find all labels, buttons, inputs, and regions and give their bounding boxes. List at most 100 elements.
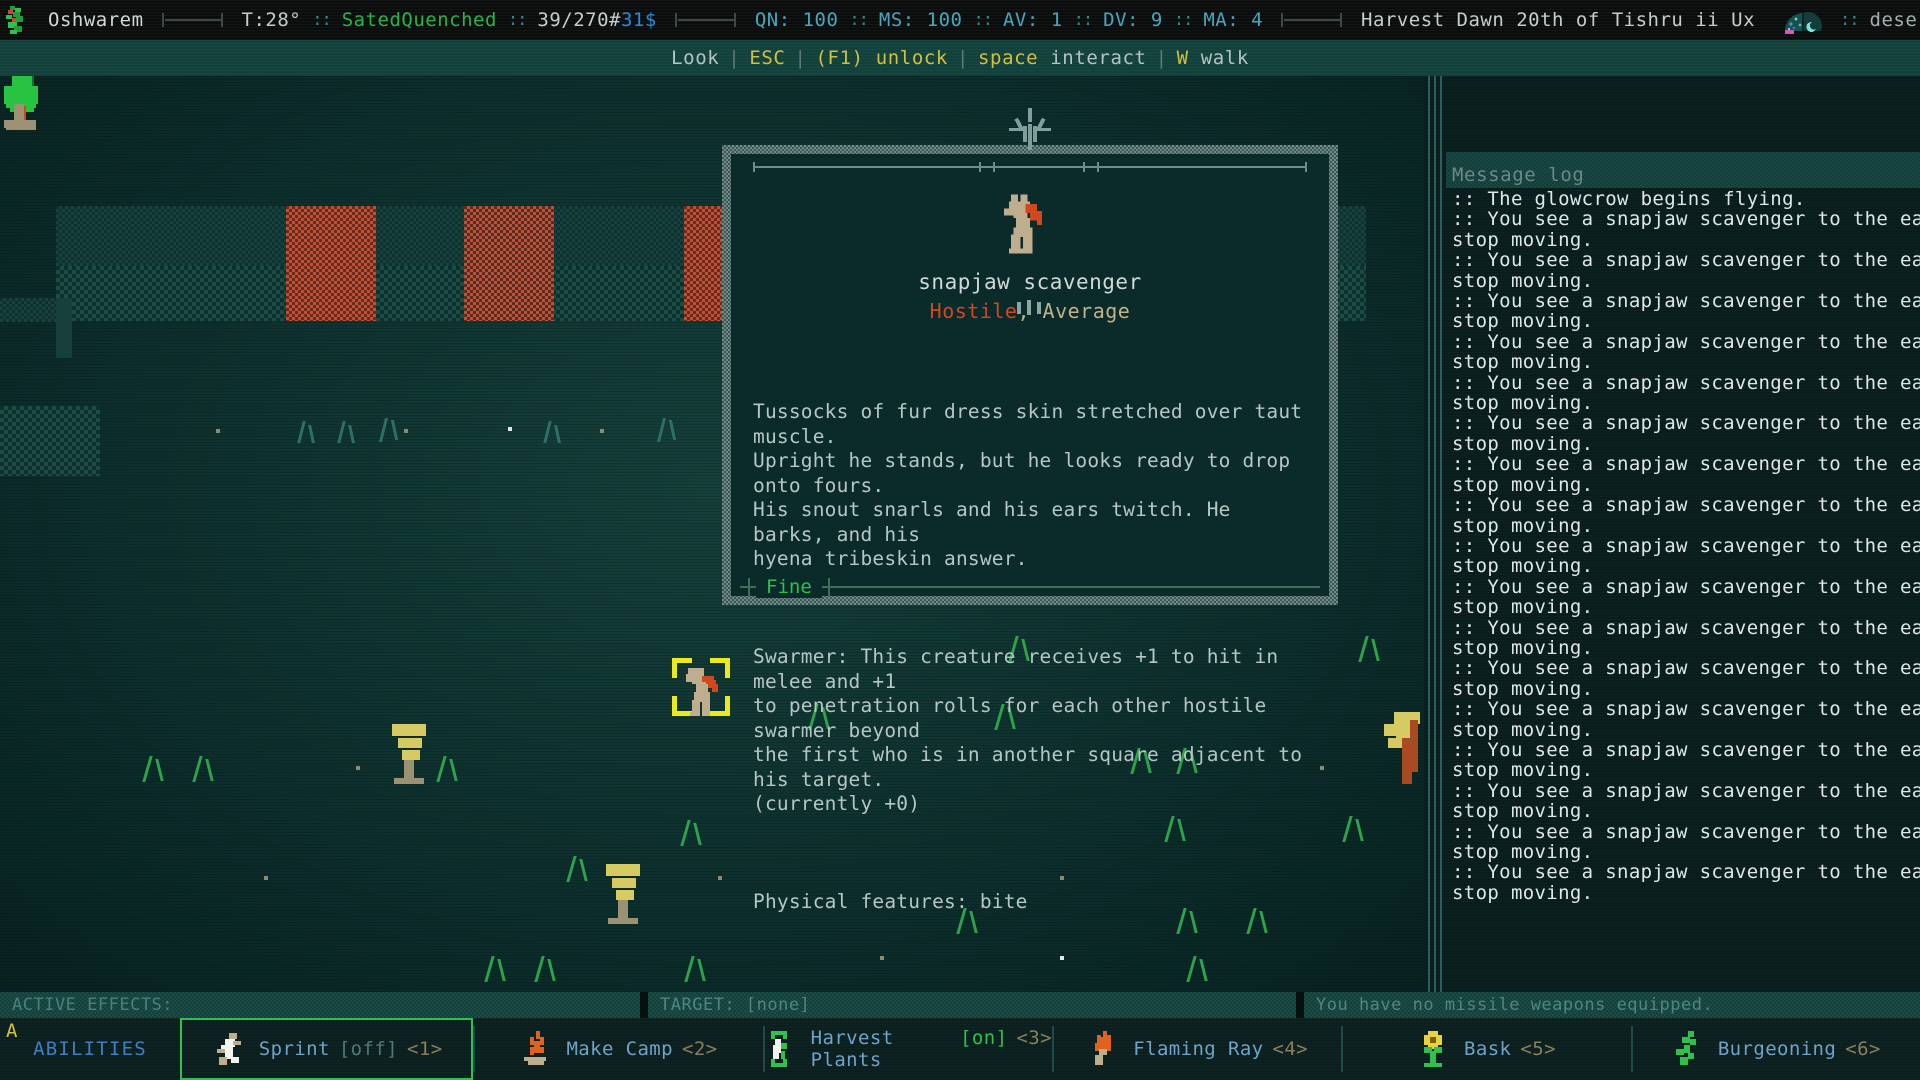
message-log-line: :: You see a snapjaw scavenger to the ea… (1452, 738, 1920, 761)
message-log-line: :: You see a snapjaw scavenger to the ea… (1452, 820, 1920, 843)
terrain-red-rock (464, 206, 554, 321)
message-log-line: :: You see a snapjaw scavenger to the ea… (1452, 371, 1920, 394)
dot-separator: :: (1073, 10, 1094, 30)
hint-look[interactable]: Look (671, 47, 719, 69)
game-screen: Oshwarem T:28° :: Sated Quenched :: 39/2… (0, 0, 1920, 1080)
ability-slot-bask[interactable]: Bask <5> (1341, 1018, 1630, 1080)
tooltip-tick (1305, 162, 1307, 172)
ability-slot-make-camp[interactable]: Make Camp <2> (473, 1018, 762, 1080)
location-name: desert canyon, surface (1869, 9, 1920, 31)
ability-name: Harvest Plants (810, 1027, 894, 1071)
message-log-line: :: You see a snapjaw scavenger to the ea… (1452, 494, 1920, 517)
hint-interact[interactable]: interact (1050, 47, 1146, 69)
dot-separator: :: (1173, 10, 1194, 30)
message-log-line: :: You see a snapjaw scavenger to the ea… (1452, 330, 1920, 353)
ability-slot-burgeoning[interactable]: Burgeoning <6> (1630, 1018, 1920, 1080)
message-log-line: stop moving. (1452, 596, 1594, 619)
hint-divider: | (1155, 47, 1168, 69)
dot-separator: :: (507, 10, 528, 30)
tooltip-tick (753, 162, 755, 172)
ability-text: Flaming Ray <4> (1133, 1038, 1308, 1060)
compass-icon (1781, 5, 1825, 35)
message-log-line: :: You see a snapjaw scavenger to the ea… (1452, 249, 1920, 272)
ground-speck (264, 876, 268, 880)
campfire-icon (518, 1031, 552, 1067)
tooltip-top-rule (753, 166, 1307, 168)
message-log-line: stop moving. (1452, 228, 1594, 251)
status-effects-bar: ACTIVE EFFECTS: TARGET: [none] You have … (0, 992, 1920, 1018)
ability-name: Sprint (258, 1038, 330, 1060)
ground-speck (216, 429, 220, 433)
message-log-line: stop moving. (1452, 269, 1594, 292)
tooltip-tick (993, 162, 995, 172)
player-name: Oshwarem (48, 9, 144, 31)
divider (674, 13, 737, 27)
message-log-line: :: You see a snapjaw scavenger to the ea… (1452, 657, 1920, 680)
hint-f1-key[interactable]: (F1) (816, 47, 864, 69)
hint-space-key[interactable]: space (978, 47, 1038, 69)
bush (0, 76, 46, 780)
ability-slot-sprint[interactable]: Sprint [off] <1> (180, 1018, 474, 1080)
tooltip-creature-icon (1000, 192, 1060, 258)
stat-ms: MS: 100 (878, 9, 963, 31)
abilities-hotkey: A (6, 1020, 18, 1042)
abilities-label: ABILITIES (33, 1038, 147, 1060)
ability-name: Make Camp (566, 1038, 673, 1060)
message-log-panel[interactable]: Message log :: The glowcrow begins flyin… (1424, 76, 1920, 992)
message-log-line: stop moving. (1452, 759, 1594, 782)
ability-text: Make Camp <2> (566, 1038, 717, 1060)
message-log-line: stop moving. (1452, 800, 1594, 823)
tooltip-tick (979, 162, 981, 172)
snapjaw-scavenger-sprite[interactable] (684, 664, 732, 720)
message-log-line: stop moving. (1452, 310, 1594, 333)
ability-hotkey: <4> (1272, 1038, 1309, 1060)
hint-walk[interactable]: walk (1201, 47, 1249, 69)
bush (0, 76, 46, 844)
message-log-line: :: You see a snapjaw scavenger to the ea… (1452, 575, 1920, 598)
temperature: T:28° (241, 9, 302, 31)
message-log-line: stop moving. (1452, 718, 1594, 741)
message-log-line: stop moving. (1452, 473, 1594, 496)
creature-tooltip-panel: snapjaw scavenger Hostile, Average Tusso… (722, 108, 1338, 913)
stat-av: AV: 1 (1002, 9, 1063, 31)
ability-hotkey: <6> (1845, 1038, 1881, 1060)
harvest-icon (763, 1031, 797, 1067)
tooltip-tick (1083, 162, 1085, 172)
message-log-lines: :: The glowcrow begins flying.:: You see… (1452, 188, 1920, 904)
difficulty-average: Average (1042, 299, 1131, 323)
message-log-line: :: The glowcrow begins flying. (1452, 188, 1806, 210)
ground-speck (600, 429, 604, 433)
vine-icon (1670, 1031, 1704, 1067)
spacer (640, 992, 648, 1018)
creature-description: Tussocks of fur dress skin stretched ove… (753, 351, 1307, 964)
terrain-ledge (0, 406, 100, 476)
bush (0, 76, 46, 716)
bush (0, 76, 46, 972)
terrain-red-rock (286, 206, 376, 321)
message-log-line: stop moving. (1452, 514, 1594, 537)
health-rule (740, 586, 1320, 588)
tooltip-health-bar: Fine (740, 576, 1320, 598)
health-status: Fine (756, 576, 822, 598)
ground-speck (508, 427, 512, 431)
player-avatar-icon (0, 4, 34, 36)
ability-slot-harvest-plants[interactable]: Harvest Plants [on] <3> (762, 1018, 1052, 1080)
ability-slot-flaming-ray[interactable]: Flaming Ray <4> (1051, 1018, 1341, 1080)
message-log-scrollbar[interactable] (1424, 76, 1446, 992)
ability-text: Harvest Plants [on] <3> (811, 1027, 1052, 1071)
panel-ornament-top-icon (997, 108, 1063, 170)
terrain-ledge (0, 298, 58, 322)
sunflower-icon (1416, 1031, 1450, 1067)
ability-bar: A ABILITIES Sprint [off] <1> Make Camp <… (0, 1018, 1920, 1080)
hint-unlock[interactable]: unlock (876, 47, 948, 69)
bush (0, 76, 46, 652)
running-figure-icon (211, 1031, 245, 1067)
dot-separator: :: (973, 10, 993, 30)
bush (0, 76, 46, 204)
message-log-title: Message log (1452, 164, 1585, 186)
stalk-plant (600, 864, 646, 936)
hint-w-key[interactable]: W (1177, 47, 1189, 69)
abilities-label-group[interactable]: A ABILITIES (0, 1018, 180, 1080)
hint-divider: | (794, 47, 807, 69)
hint-esc[interactable]: ESC (749, 47, 785, 69)
